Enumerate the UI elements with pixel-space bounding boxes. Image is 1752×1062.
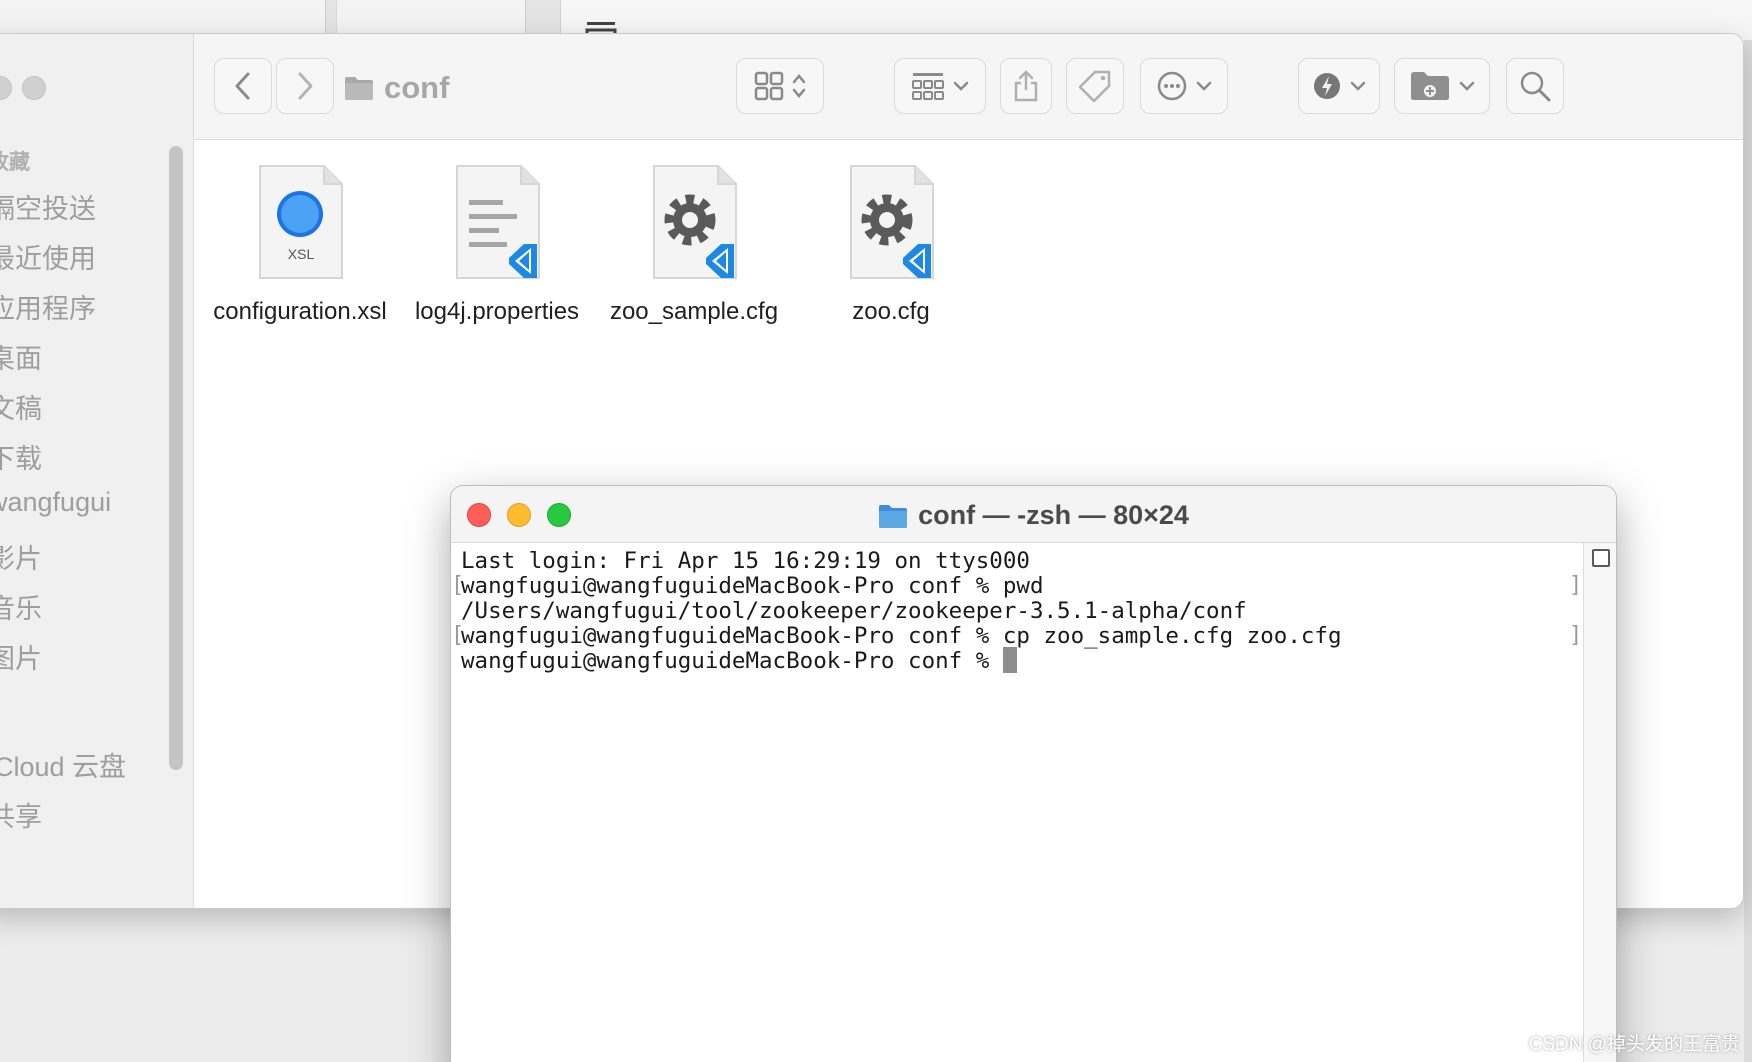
terminal-line: Last login: Fri Apr 15 16:29:19 on ttys0… [461, 548, 1030, 574]
chevron-left-icon [235, 72, 250, 100]
action-menu-button[interactable] [1140, 58, 1228, 114]
watermark: CSDN @掉头发的王富贵 [1528, 1034, 1740, 1055]
folder-plus-icon [1411, 72, 1449, 100]
sidebar-item[interactable]: 下载 [0, 437, 42, 476]
terminal-output[interactable]: Last login: Fri Apr 15 16:29:19 on ttys0… [451, 543, 1583, 1062]
forward-button[interactable] [276, 58, 334, 114]
xsl-document-icon: XSL [259, 165, 343, 279]
sidebar-item[interactable]: 桌面 [0, 337, 42, 376]
group-button[interactable] [894, 58, 986, 114]
sidebar-item[interactable]: 影片 [0, 537, 42, 576]
back-button[interactable] [214, 58, 272, 114]
sidebar-item[interactable]: 应用程序 [0, 287, 96, 326]
finder-sidebar: 收藏 d 隔空投送最近使用应用程序桌面文稿下载 wangfugui 影片音乐图片 iClo… [0, 34, 194, 908]
vscode-config-document-icon [850, 165, 934, 279]
sidebar-scrollbar[interactable] [169, 146, 183, 770]
folder-icon [879, 504, 908, 528]
share-icon [1014, 70, 1038, 102]
sidebar-item[interactable]: iCloud 云盘 [0, 745, 126, 784]
chevron-down-icon [1196, 81, 1212, 91]
terminal-line: wangfugui@wangfuguideMacBook-Pro conf % … [461, 573, 1044, 599]
text-cursor [1002, 647, 1017, 673]
vscode-config-document-icon [653, 165, 737, 279]
terminal-line: wangfugui@wangfuguideMacBook-Pro conf % … [461, 623, 1342, 649]
xsl-badge: XSL [288, 246, 315, 262]
sidebar-item[interactable]: 共享 [0, 795, 42, 834]
terminal-titlebar[interactable]: conf — -zsh — 80×24 [451, 486, 1616, 543]
terminal-title: conf — -zsh — 80×24 [451, 500, 1616, 531]
sidebar-item[interactable]: 最近使用 [0, 237, 96, 276]
window-title: conf [344, 68, 449, 108]
share-button[interactable] [1000, 58, 1052, 114]
finder-zoom-button[interactable] [22, 76, 46, 100]
mark-bracket-left: [ [451, 573, 465, 598]
search-icon [1520, 71, 1551, 102]
sidebar-item[interactable]: 图片 [0, 637, 42, 676]
quick-action-button[interactable] [1298, 58, 1380, 114]
search-button[interactable] [1506, 58, 1564, 114]
folder-icon [345, 77, 373, 100]
tag-button[interactable] [1066, 58, 1124, 114]
sidebar-item[interactable]: 隔空投送 [0, 187, 96, 226]
sidebar-section-header: 收藏 [0, 151, 30, 174]
new-folder-button[interactable] [1394, 58, 1490, 114]
tag-icon [1078, 70, 1111, 103]
grid-view-icon [754, 71, 784, 101]
terminal-window: conf — -zsh — 80×24 Last login: Fri Apr … [451, 486, 1616, 1062]
sidebar-item[interactable]: 音乐 [0, 587, 42, 626]
more-icon [1157, 71, 1187, 101]
sidebar-section-header: d [0, 692, 1, 716]
scroll-marker-icon [1592, 549, 1610, 567]
finder-toolbar: conf [194, 34, 1743, 140]
chevron-down-icon [1459, 81, 1475, 91]
terminal-line: /Users/wangfugui/tool/zookeeper/zookeepe… [461, 598, 1247, 624]
terminal-title-text: conf — -zsh — 80×24 [918, 500, 1189, 530]
chevron-right-icon [298, 72, 313, 100]
group-icon [912, 73, 944, 100]
file-item-zoo-cfg[interactable]: zoo.cfg [786, 160, 996, 340]
mark-bracket-right: ] [1569, 573, 1583, 598]
finder-minimize-button[interactable] [0, 76, 12, 100]
terminal-prompt: wangfugui@wangfuguideMacBook-Pro conf % [461, 648, 1003, 674]
mark-bracket-right: ] [1569, 623, 1583, 648]
view-mode-button[interactable] [736, 58, 824, 114]
updown-chevron-icon [792, 74, 806, 98]
chevron-down-icon [953, 81, 969, 91]
bolt-circle-icon [1314, 73, 1340, 99]
file-name: zoo.cfg [852, 298, 930, 325]
window-title-text: conf [384, 70, 450, 105]
background-window-edge [1744, 40, 1752, 1062]
terminal-prompt-line: wangfugui@wangfuguideMacBook-Pro conf % [461, 647, 1017, 675]
sidebar-item[interactable]: 文稿 [0, 387, 42, 426]
terminal-scrollbar[interactable] [1583, 543, 1616, 1062]
chevron-down-icon [1350, 81, 1366, 91]
sidebar-item[interactable]: wangfugui [0, 487, 111, 518]
mark-bracket-left: [ [451, 623, 465, 648]
vscode-text-document-icon [456, 165, 540, 279]
